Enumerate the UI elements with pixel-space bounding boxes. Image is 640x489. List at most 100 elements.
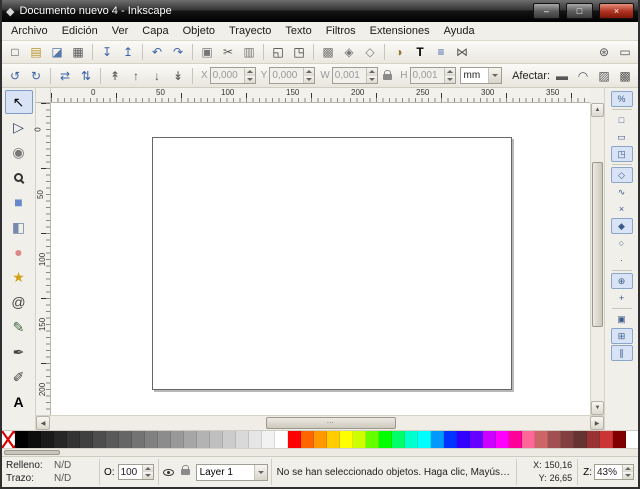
palette-swatch[interactable] [184, 431, 197, 448]
palette-swatch[interactable] [587, 431, 600, 448]
layer-visibility-button[interactable] [160, 464, 177, 481]
spin-down-button[interactable] [367, 76, 377, 84]
zoom-input[interactable]: 43% [594, 464, 634, 480]
affect-corners-button[interactable]: ◠ [573, 66, 593, 85]
menu-item-ayuda[interactable]: Ayuda [437, 23, 482, 39]
enable-snapping-button[interactable]: % [611, 91, 633, 107]
spin-up-button[interactable] [623, 465, 633, 472]
snap-page-border-button[interactable]: ▣ [611, 311, 633, 327]
palette-swatch-none[interactable] [2, 431, 15, 448]
palette-swatch[interactable] [28, 431, 41, 448]
spin-up-button[interactable] [445, 68, 455, 76]
minimize-button[interactable]: – [533, 3, 560, 19]
text-tool-button[interactable]: A [5, 390, 33, 414]
palette-swatch[interactable] [626, 431, 638, 448]
spin-down-button[interactable] [245, 76, 255, 84]
snap-midpoints-button[interactable]: · [611, 252, 633, 268]
export-button[interactable]: ↥ [118, 43, 138, 62]
palette-swatch[interactable] [210, 431, 223, 448]
palette-swatch[interactable] [613, 431, 626, 448]
star-tool-button[interactable]: ★ [5, 265, 33, 289]
create-clone-button[interactable]: ◈ [339, 43, 359, 62]
palette-swatch[interactable] [574, 431, 587, 448]
palette-swatch[interactable] [236, 431, 249, 448]
height-input[interactable]: 0,001 [410, 67, 456, 84]
document-properties-button[interactable]: ▭ [615, 43, 635, 62]
box3d-tool-button[interactable]: ◧ [5, 215, 33, 239]
ellipse-tool-button[interactable]: ● [5, 240, 33, 264]
palette-swatch[interactable] [275, 431, 288, 448]
snap-rotation-centers-button[interactable]: + [611, 290, 633, 306]
palette-swatch[interactable] [171, 431, 184, 448]
print-document-button[interactable]: ▦ [68, 43, 88, 62]
redo-button[interactable]: ↷ [168, 43, 188, 62]
text-dialog-button[interactable]: T [410, 43, 430, 62]
palette-swatch[interactable] [561, 431, 574, 448]
menu-item-capa[interactable]: Capa [135, 23, 175, 39]
selector-tool-button[interactable]: ↖ [5, 90, 33, 114]
close-button[interactable]: × [599, 3, 634, 19]
menu-item-edicin[interactable]: Edición [55, 23, 105, 39]
spin-up-button[interactable] [245, 68, 255, 76]
raise-button[interactable]: ↑ [126, 66, 146, 85]
preferences-button[interactable]: ⊛ [594, 43, 614, 62]
scroll-up-button[interactable]: ▲ [591, 103, 604, 117]
lower-button[interactable]: ↓ [147, 66, 167, 85]
palette-swatch[interactable] [262, 431, 275, 448]
width-input[interactable]: 0,001 [332, 67, 378, 84]
menu-item-trayecto[interactable]: Trayecto [222, 23, 278, 39]
tweak-tool-button[interactable]: ◉ [5, 140, 33, 164]
palette-swatch[interactable] [314, 431, 327, 448]
snap-bbox-corners-button[interactable]: ◳ [611, 146, 633, 162]
menu-item-objeto[interactable]: Objeto [176, 23, 222, 39]
palette-swatch[interactable] [496, 431, 509, 448]
chevron-down-icon[interactable] [254, 465, 267, 480]
align-dialog-button[interactable]: ≡ [431, 43, 451, 62]
snap-nodes-button[interactable]: ◇ [611, 167, 633, 183]
opacity-input[interactable]: 100 [118, 464, 154, 480]
palette-swatch[interactable] [366, 431, 379, 448]
new-document-button[interactable]: □ [5, 43, 25, 62]
scroll-down-button[interactable]: ▼ [591, 401, 604, 415]
snap-object-centers-button[interactable]: ⊕ [611, 273, 633, 289]
chevron-down-icon[interactable] [488, 68, 501, 83]
snap-bbox-edges-button[interactable]: ▭ [611, 129, 633, 145]
horizontal-scrollbar[interactable]: ◀ ▶ [36, 415, 604, 430]
menu-item-extensiones[interactable]: Extensiones [363, 23, 437, 39]
palette-swatch[interactable] [223, 431, 236, 448]
spin-up-button[interactable] [304, 68, 314, 76]
layer-lock-button[interactable] [177, 464, 194, 481]
zoom-page-button[interactable]: ◳ [289, 43, 309, 62]
palette-swatch[interactable] [145, 431, 158, 448]
rotate-cw-button[interactable]: ↻ [26, 66, 46, 85]
xml-editor-button[interactable]: ⋈ [452, 43, 472, 62]
palette-swatch[interactable] [288, 431, 301, 448]
palette-swatch[interactable] [54, 431, 67, 448]
flip-horizontal-button[interactable]: ⇄ [55, 66, 75, 85]
scroll-thumb[interactable] [592, 162, 603, 327]
fill-stroke-indicator[interactable]: Relleno: N/D Trazo: N/D [2, 457, 98, 487]
canvas-viewport[interactable] [51, 103, 590, 415]
palette-swatch[interactable] [106, 431, 119, 448]
rectangle-tool-button[interactable]: ■ [5, 190, 33, 214]
palette-swatch[interactable] [392, 431, 405, 448]
cut-button[interactable]: ✂ [218, 43, 238, 62]
calligraphy-tool-button[interactable]: ✐ [5, 365, 33, 389]
palette-swatch[interactable] [444, 431, 457, 448]
palette-swatch[interactable] [405, 431, 418, 448]
palette-swatch[interactable] [470, 431, 483, 448]
palette-swatch[interactable] [132, 431, 145, 448]
titlebar[interactable]: ◆ Documento nuevo 4 - Inkscape – □ × [2, 0, 638, 22]
affect-stroke-width-button[interactable]: ▬ [552, 66, 572, 85]
document-page[interactable] [152, 137, 512, 390]
palette-swatch[interactable] [483, 431, 496, 448]
maximize-button[interactable]: □ [566, 3, 593, 19]
palette-swatch[interactable] [197, 431, 210, 448]
scroll-thumb[interactable] [4, 450, 60, 455]
palette-swatch[interactable] [80, 431, 93, 448]
palette-swatch[interactable] [327, 431, 340, 448]
palette-swatch[interactable] [93, 431, 106, 448]
affect-patterns-button[interactable]: ▩ [615, 66, 635, 85]
snap-bbox-button[interactable]: □ [611, 112, 633, 128]
palette-swatch[interactable] [509, 431, 522, 448]
